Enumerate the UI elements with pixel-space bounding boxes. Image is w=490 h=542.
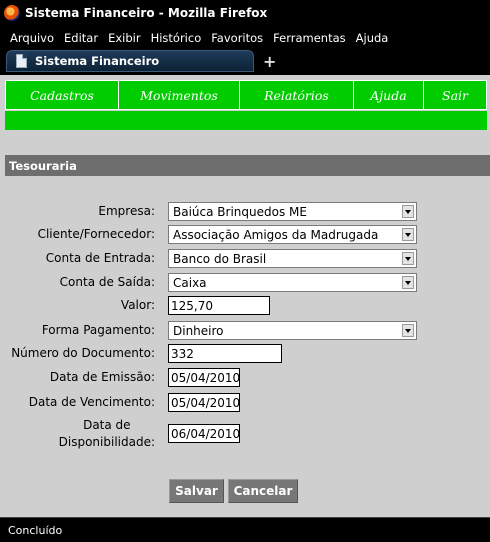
- data-vencimento-input[interactable]: 05/04/2010: [168, 393, 240, 412]
- data-emissao-label: Data de Emissão:: [49, 370, 155, 384]
- numero-documento-label: Número do Documento:: [11, 346, 155, 360]
- conta-entrada-select[interactable]: Banco do Brasil: [168, 249, 417, 268]
- numero-documento-input[interactable]: 332: [168, 344, 282, 363]
- chevron-down-icon[interactable]: [402, 205, 414, 218]
- chevron-down-icon[interactable]: [402, 324, 414, 337]
- new-tab-button[interactable]: +: [263, 52, 276, 71]
- window-title: Sistema Financeiro - Mozilla Firefox: [25, 6, 268, 20]
- conta-saida-select[interactable]: Caixa: [168, 273, 417, 292]
- conta-saida-label: Conta de Saída:: [59, 275, 155, 289]
- data-vencimento-label: Data de Vencimento:: [28, 395, 155, 409]
- nav-sub-bar: [5, 111, 487, 130]
- chevron-down-icon[interactable]: [402, 276, 414, 289]
- empresa-select[interactable]: Baiúca Brinquedos ME: [168, 202, 417, 221]
- chevron-down-icon[interactable]: [402, 228, 414, 241]
- data-disponibilidade-input[interactable]: 06/04/2010: [168, 424, 240, 443]
- menu-favoritos[interactable]: Favoritos: [211, 31, 263, 45]
- forma-pagamento-value: Dinheiro: [173, 323, 224, 338]
- chevron-down-icon[interactable]: [402, 252, 414, 265]
- menu-bar: Arquivo Editar Exibir Histórico Favorito…: [0, 28, 490, 48]
- menu-ajuda[interactable]: Ajuda: [356, 31, 389, 45]
- forma-pagamento-select[interactable]: Dinheiro: [168, 321, 417, 340]
- tab-sistema-financeiro[interactable]: Sistema Financeiro: [6, 50, 254, 72]
- menu-exibir[interactable]: Exibir: [108, 31, 141, 45]
- window-title-bar: Sistema Financeiro - Mozilla Firefox: [0, 0, 490, 26]
- menu-historico[interactable]: Histórico: [151, 31, 202, 45]
- page-content: Cadastros Movimentos Relatórios Ajuda Sa…: [0, 75, 490, 517]
- nav-relatorios[interactable]: Relatórios: [239, 81, 353, 109]
- menu-ferramentas[interactable]: Ferramentas: [273, 31, 345, 45]
- conta-entrada-value: Banco do Brasil: [173, 251, 267, 266]
- tab-strip: Sistema Financeiro +: [0, 48, 490, 74]
- cancel-button[interactable]: Cancelar: [228, 479, 298, 503]
- empresa-label: Empresa:: [98, 204, 155, 218]
- nav-sair[interactable]: Sair: [423, 81, 487, 109]
- data-disponibilidade-label-line1: Data de: [83, 418, 131, 432]
- status-bar: Concluído: [0, 517, 490, 542]
- data-emissao-input[interactable]: 05/04/2010: [168, 368, 240, 387]
- nav-cadastros[interactable]: Cadastros: [5, 81, 118, 109]
- nav-movimentos[interactable]: Movimentos: [118, 81, 239, 109]
- valor-input[interactable]: 125,70: [168, 296, 270, 315]
- valor-label: Valor:: [120, 298, 155, 312]
- section-title: Tesouraria: [5, 155, 490, 176]
- conta-entrada-label: Conta de Entrada:: [45, 251, 155, 265]
- page-icon: [16, 54, 27, 68]
- data-disponibilidade-label-line2: Disponibilidade:: [58, 435, 155, 449]
- save-button[interactable]: Salvar: [169, 479, 224, 503]
- cliente-value: Associação Amigos da Madrugada: [173, 227, 379, 242]
- menu-editar[interactable]: Editar: [64, 31, 98, 45]
- conta-saida-value: Caixa: [173, 275, 207, 290]
- cliente-select[interactable]: Associação Amigos da Madrugada: [168, 225, 417, 244]
- status-text: Concluído: [8, 523, 63, 537]
- menu-arquivo[interactable]: Arquivo: [10, 31, 54, 45]
- forma-pagamento-label: Forma Pagamento:: [41, 323, 155, 337]
- main-nav: Cadastros Movimentos Relatórios Ajuda Sa…: [5, 80, 487, 110]
- nav-ajuda[interactable]: Ajuda: [353, 81, 423, 109]
- cliente-label: Cliente/Fornecedor:: [37, 227, 155, 241]
- firefox-icon: [4, 5, 20, 21]
- empresa-value: Baiúca Brinquedos ME: [173, 204, 307, 219]
- data-disponibilidade-label: Data de Disponibilidade:: [59, 417, 155, 451]
- tab-label: Sistema Financeiro: [35, 54, 160, 68]
